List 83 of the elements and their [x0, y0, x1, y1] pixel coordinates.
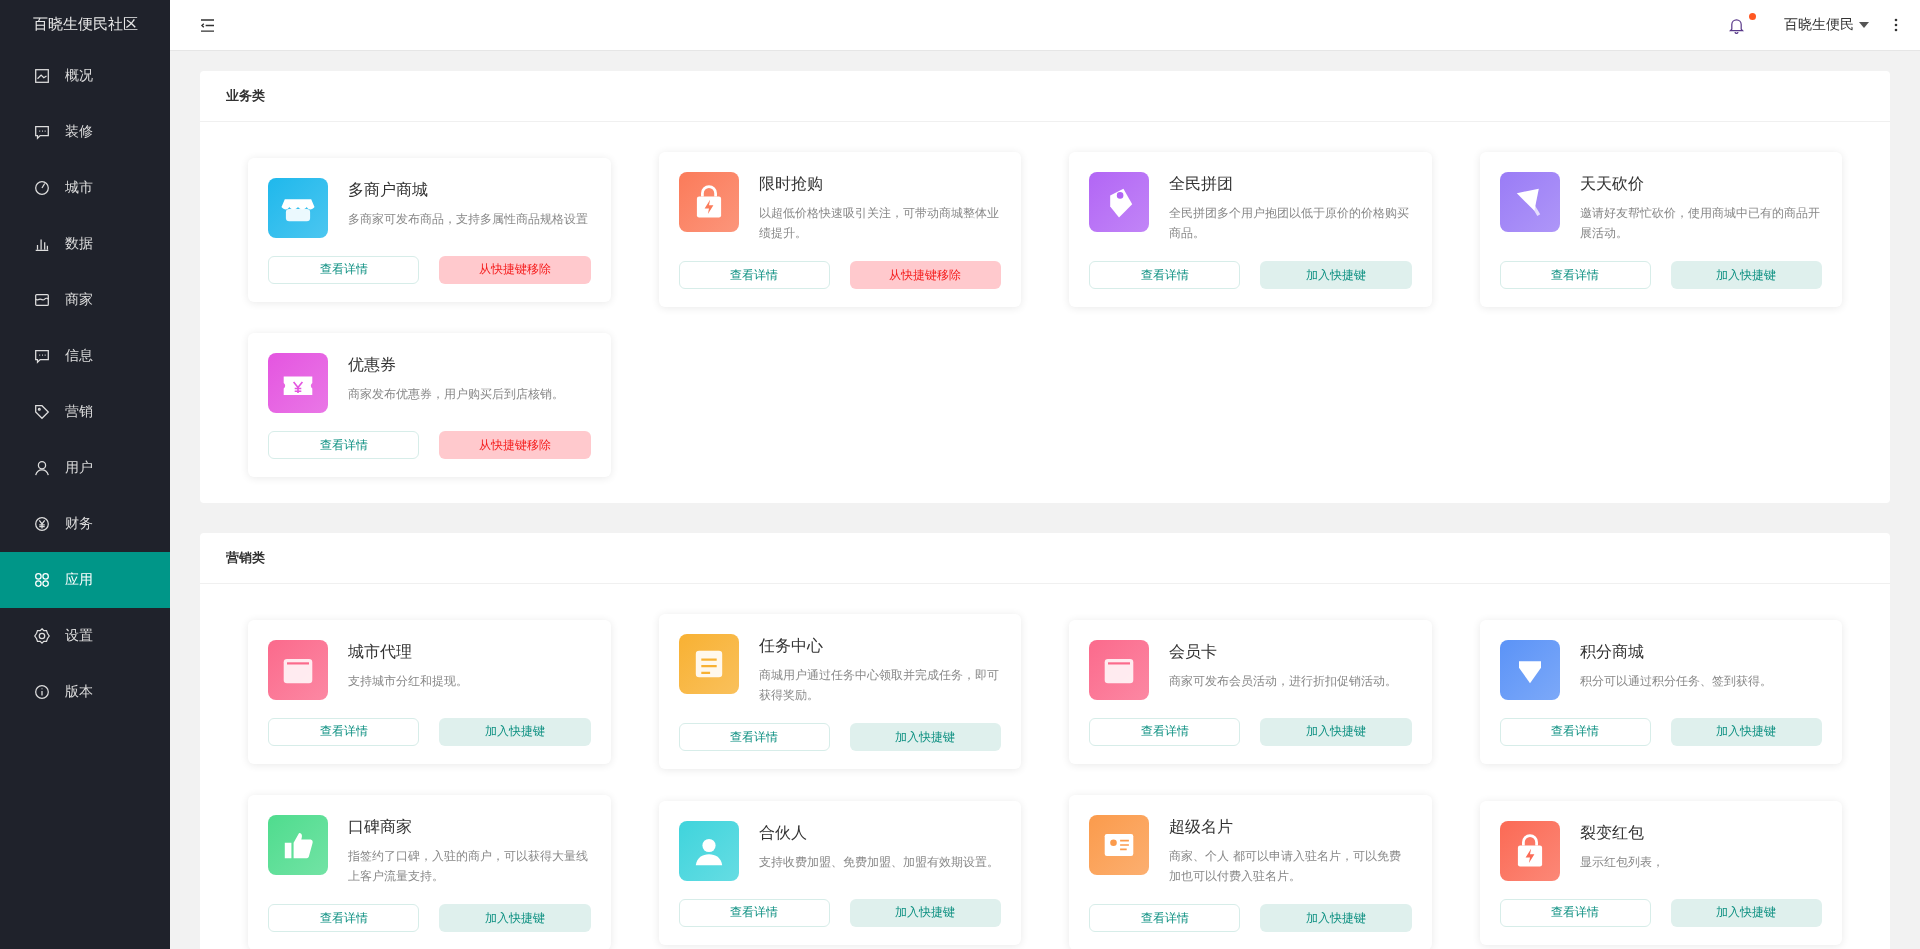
user-menu[interactable]: 百晓生便民	[1784, 16, 1869, 34]
app-name: 积分商城	[1579, 641, 1645, 663]
add-shortcut-button[interactable]: 加入快捷键	[439, 717, 591, 746]
app-name: 全民拼团	[1169, 174, 1234, 195]
app-description: 以超低价格快速吸引关注，可带动商城整体业绩提升。	[758, 205, 1000, 242]
app-name: 限时抢购	[758, 174, 824, 195]
view-details-button[interactable]: 查看详情	[678, 261, 830, 289]
remove-shortcut-button[interactable]: 从快捷键移除	[849, 261, 1001, 289]
info-icon	[33, 683, 51, 701]
add-shortcut-button[interactable]: 加入快捷键	[1670, 261, 1822, 289]
app-description: 商家可发布会员活动，进行折扣促销活动。	[1169, 672, 1397, 690]
app-name: 裂变红包	[1579, 822, 1645, 844]
app-description: 商家、个人 都可以申请入驻名片，可以免费加也可以付费入驻名片。	[1169, 848, 1402, 885]
user-icon	[33, 459, 51, 477]
app-description: 商家发布优惠券，用户购买后到店核销。	[348, 386, 564, 403]
add-shortcut-button[interactable]: 加入快捷键	[439, 904, 591, 932]
view-details-button[interactable]: 查看详情	[1089, 717, 1241, 746]
app-name: 口碑商家	[348, 817, 413, 838]
view-details-button[interactable]: 查看详情	[1499, 261, 1651, 289]
section-title: 营销类	[226, 549, 265, 567]
section-title: 业务类	[226, 87, 265, 105]
view-details-button[interactable]: 查看详情	[678, 898, 830, 927]
sidebar-item[interactable]: 应用	[0, 552, 170, 608]
app-description: 商城用户通过任务中心领取并完成任务，即可获得奖励。	[758, 667, 1000, 704]
app-name: 合伙人	[758, 822, 808, 844]
add-shortcut-button[interactable]: 加入快捷键	[1260, 261, 1412, 289]
monitor-icon	[33, 67, 51, 85]
shop-icon	[33, 291, 51, 309]
app-description: 显示红包列表，	[1579, 853, 1664, 871]
view-details-button[interactable]: 查看详情	[1089, 904, 1241, 932]
add-shortcut-button[interactable]: 加入快捷键	[1260, 717, 1412, 746]
sidebar-item[interactable]: 营销	[0, 384, 170, 440]
view-details-button[interactable]: 查看详情	[1499, 717, 1651, 746]
menu-collapse-icon[interactable]	[200, 18, 215, 32]
sidebar-item[interactable]: 商家	[0, 272, 170, 328]
sidebar-item[interactable]: 设置	[0, 608, 170, 664]
view-details-button[interactable]: 查看详情	[268, 255, 420, 284]
add-shortcut-button[interactable]: 加入快捷键	[1260, 904, 1412, 932]
more-options-icon[interactable]	[1894, 18, 1898, 32]
notification-bell-icon[interactable]	[1729, 16, 1744, 34]
view-details-button[interactable]: 查看详情	[678, 723, 830, 751]
settings-icon	[33, 627, 51, 645]
sidebar-item[interactable]: 概况	[0, 48, 170, 104]
sidebar-item[interactable]: 信息	[0, 328, 170, 384]
sidebar-item[interactable]: 装修	[0, 104, 170, 160]
app-description: 积分可以通过积分任务、签到获得。	[1579, 672, 1772, 690]
sidebar-item[interactable]: 数据	[0, 216, 170, 272]
app-name: 任务中心	[758, 636, 824, 657]
sidebar-item[interactable]: 财务	[0, 496, 170, 552]
add-shortcut-button[interactable]: 加入快捷键	[1670, 898, 1822, 927]
add-shortcut-button[interactable]: 加入快捷键	[1670, 717, 1822, 746]
app-description: 指签约了口碑，入驻的商户，可以获得大量线上客户流量支持。	[348, 848, 589, 885]
app-name: 会员卡	[1169, 641, 1218, 663]
grid-icon	[33, 571, 51, 589]
app-description: 支持收费加盟、免费加盟、加盟有效期设置。	[758, 853, 999, 871]
app-name: 多商户商城	[348, 179, 429, 201]
gauge-icon	[33, 179, 51, 197]
yen-icon	[33, 515, 51, 533]
add-shortcut-button[interactable]: 加入快捷键	[849, 723, 1001, 751]
app-name: 城市代理	[348, 641, 413, 663]
app-description: 多商家可发布商品，支持多属性商品规格设置	[348, 210, 588, 228]
view-details-button[interactable]: 查看详情	[1499, 898, 1651, 927]
chat-icon	[33, 347, 51, 365]
view-details-button[interactable]: 查看详情	[268, 904, 420, 932]
sidebar-title: 百晓生便民社区	[31, 13, 139, 35]
sidebar-item[interactable]: 用户	[0, 440, 170, 496]
app-description: 支持城市分红和提现。	[348, 672, 468, 690]
view-details-button[interactable]: 查看详情	[1089, 261, 1241, 289]
tag-icon	[33, 403, 51, 421]
app-name: 优惠券	[348, 355, 397, 376]
remove-shortcut-button[interactable]: 从快捷键移除	[439, 431, 591, 459]
view-details-button[interactable]: 查看详情	[268, 431, 420, 459]
sidebar-item[interactable]: 版本	[0, 664, 170, 720]
app-description: 全民拼团多个用户抱团以低于原价的价格购买商品。	[1169, 205, 1410, 242]
add-shortcut-button[interactable]: 加入快捷键	[849, 898, 1001, 927]
app-name: 天天砍价	[1579, 174, 1645, 195]
caret-icon	[1859, 22, 1869, 28]
app-name: 超级名片	[1169, 817, 1234, 838]
sidebar-item[interactable]: 城市	[0, 160, 170, 216]
app-description: 邀请好友帮忙砍价，使用商城中已有的商品开展活动。	[1579, 205, 1821, 242]
view-details-button[interactable]: 查看详情	[268, 717, 420, 746]
chat-icon	[33, 123, 51, 141]
remove-shortcut-button[interactable]: 从快捷键移除	[439, 255, 591, 284]
